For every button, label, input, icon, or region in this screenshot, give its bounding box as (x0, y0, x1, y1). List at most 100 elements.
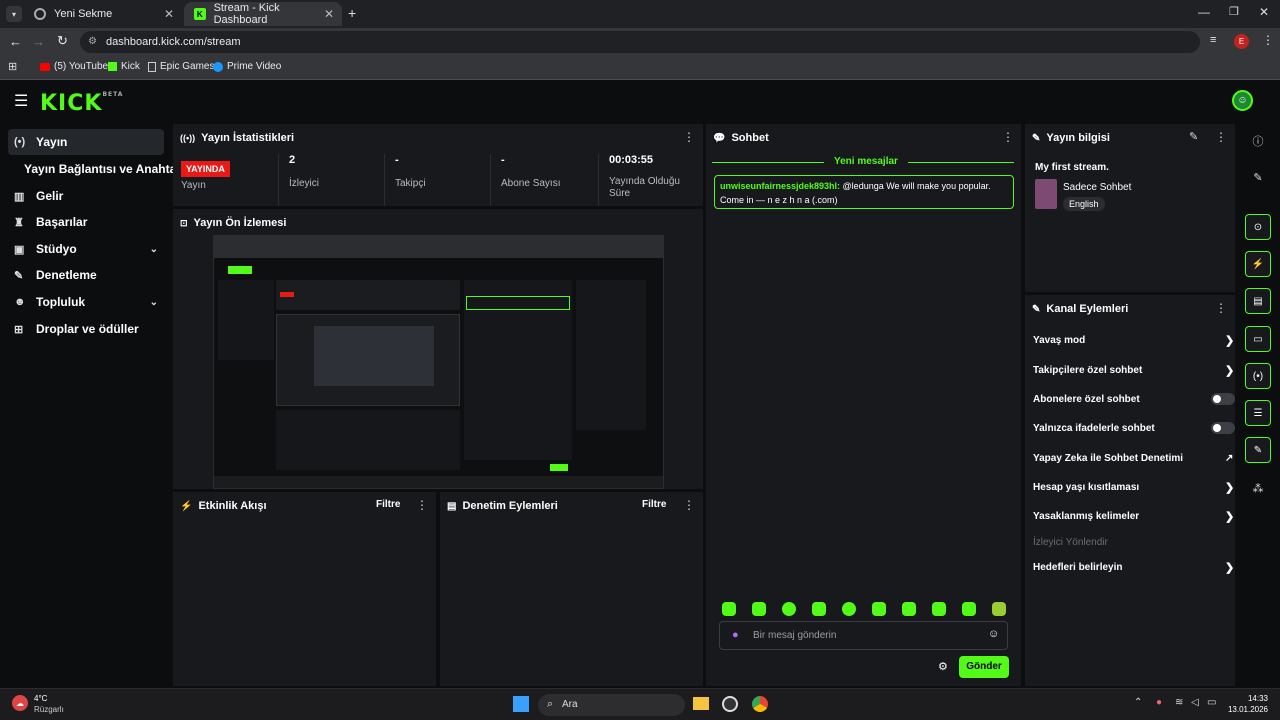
microphone-icon[interactable]: ● (732, 629, 739, 641)
tray-chevron-icon[interactable]: ⌃ (1134, 697, 1142, 708)
emote-icon[interactable] (992, 602, 1006, 616)
bookmark-kick[interactable]: Kick (108, 61, 140, 72)
hamburger-menu-icon[interactable]: ☰ (14, 91, 28, 111)
bookmark-youtube[interactable]: (5) YouTube (40, 61, 108, 72)
action-hedefler[interactable]: Hedefleri belirleyin ❯ (1033, 557, 1234, 577)
forward-icon[interactable]: → (32, 34, 45, 49)
send-button[interactable]: Gönder (959, 656, 1009, 678)
back-icon[interactable]: ← (9, 34, 22, 49)
edit-icon[interactable]: ✎ (1189, 130, 1198, 143)
toggle-switch[interactable] (1211, 422, 1235, 434)
profile-avatar[interactable]: E (1234, 34, 1249, 49)
sidebar-item-topluluk[interactable]: ☻ Topluluk ⌄ (8, 289, 164, 315)
wifi-icon[interactable]: ≋ (1175, 697, 1183, 708)
new-tab-button[interactable]: + (348, 5, 356, 21)
bookmark-prime-video[interactable]: Prime Video (213, 61, 281, 72)
chevron-down-icon[interactable]: ⌄ (150, 244, 158, 255)
sidebar-item-gelir[interactable]: ▥ Gelir (8, 183, 164, 209)
minimize-icon[interactable]: — (1198, 5, 1210, 19)
reload-icon[interactable]: ↻ (57, 33, 68, 49)
broadcast-icon[interactable]: (•) (1245, 363, 1271, 389)
chat-input[interactable]: ● Bir mesaj gönderin ☺ (719, 621, 1008, 650)
lightning-icon[interactable]: ⚡ (1245, 251, 1271, 277)
action-hesap-yasi[interactable]: Hesap yaşı kısıtlaması ❯ (1033, 477, 1234, 497)
tab-kick-dashboard[interactable]: K Stream - Kick Dashboard ✕ (184, 2, 342, 26)
bookmark-epic-games[interactable]: Epic Games (148, 61, 214, 72)
camera-icon[interactable]: ⊙ (1245, 214, 1271, 240)
tab-search-icon[interactable]: ▾ (6, 6, 22, 22)
chat-username[interactable]: unwiseunfairnessjdek893hl: (720, 181, 840, 191)
emote-icon[interactable] (932, 602, 946, 616)
chat-settings-icon[interactable]: ⚙ (938, 660, 948, 673)
language-tag[interactable]: English (1063, 197, 1105, 211)
filter-button[interactable]: Filtre (642, 499, 666, 510)
studio-icon: ▣ (14, 243, 25, 256)
preview-sidebar (218, 280, 274, 360)
site-info-icon[interactable]: ⚙ (88, 31, 97, 53)
chrome-icon[interactable] (752, 696, 768, 712)
emote-icon[interactable] (902, 602, 916, 616)
action-yavas-mod[interactable]: Yavaş mod ❯ (1033, 330, 1234, 350)
wrench-icon[interactable]: ✎ (1245, 437, 1271, 463)
sidebar-item-basarilar[interactable]: ♜ Başarılar (8, 209, 164, 235)
kick-logo[interactable]: KICKBETA (40, 91, 123, 116)
tab-new-tab[interactable]: Yeni Sekme ✕ (24, 2, 182, 26)
sidebar-item-droplar[interactable]: ⊞ Droplar ve ödüller (8, 316, 164, 342)
menu-dots-icon[interactable]: ⋮ (1262, 33, 1274, 47)
action-yapay-zeka[interactable]: Yapay Zeka ile Sohbet Denetimi ↗ (1033, 448, 1233, 468)
taskbar-search[interactable]: ⌕ Ara (538, 694, 685, 716)
emote-icon[interactable] (842, 602, 856, 616)
more-options-icon[interactable]: ⋮ (683, 130, 695, 144)
more-options-icon[interactable]: ⋮ (416, 498, 428, 512)
emote-icon[interactable] (872, 602, 886, 616)
emoji-icon[interactable]: ☺ (988, 628, 999, 640)
weather-icon[interactable]: ☁ (12, 695, 28, 711)
action-takipci-sohbet[interactable]: Takipçilere özel sohbet ❯ (1033, 360, 1234, 380)
filter-button[interactable]: Filtre (376, 499, 400, 510)
emote-icon[interactable] (962, 602, 976, 616)
tab-label: Yeni Sekme (54, 8, 113, 20)
more-options-icon[interactable]: ⋮ (1002, 130, 1014, 144)
stack-icon[interactable]: ☰ (1245, 400, 1271, 426)
emote-icon[interactable] (812, 602, 826, 616)
address-bar[interactable]: ⚙ dashboard.kick.com/stream (80, 31, 1200, 53)
windows-start-icon[interactable] (513, 696, 529, 712)
emote-icon[interactable] (782, 602, 796, 616)
pencil-icon[interactable]: ✎ (1245, 164, 1271, 190)
sidebar-item-studyo[interactable]: ▣ Stüdyo ⌄ (8, 236, 164, 262)
close-icon[interactable]: ✕ (164, 7, 174, 21)
more-options-icon[interactable]: ⋮ (683, 498, 695, 512)
add-widget-icon[interactable]: ⁂ (1245, 475, 1271, 501)
clock-date[interactable]: 13.01.2026 (1226, 705, 1268, 714)
toggle-switch[interactable] (1211, 393, 1235, 405)
more-options-icon[interactable]: ⋮ (1215, 130, 1227, 144)
clock-time[interactable]: 14:33 (1240, 694, 1268, 703)
file-explorer-icon[interactable] (693, 697, 709, 710)
extensions-icon[interactable]: ≡ (1210, 34, 1216, 46)
volume-icon[interactable]: ◁ (1191, 697, 1199, 708)
clipboard-icon[interactable]: ▤ (1245, 288, 1271, 314)
action-yasakli-kelimeler[interactable]: Yasaklanmış kelimeler ❯ (1033, 506, 1234, 526)
action-ifade-sohbet[interactable]: Yalnızca ifadelerle sohbet (1033, 418, 1235, 438)
chevron-down-icon[interactable]: ⌄ (150, 297, 158, 308)
emote-icon[interactable] (722, 602, 736, 616)
close-window-icon[interactable]: ✕ (1259, 5, 1269, 19)
info-icon[interactable]: ⓘ (1245, 128, 1271, 154)
sidebar-item-yayin[interactable]: (•) Yayın (8, 129, 164, 155)
sidebar-item-baglanti[interactable]: Yayın Bağlantısı ve Anahtarı (8, 156, 184, 182)
chat-message[interactable]: unwiseunfairnessjdek893hl: @ledunga We w… (714, 175, 1014, 209)
battery-icon[interactable]: ▭ (1207, 697, 1216, 708)
apps-grid-icon[interactable]: ⊞ (8, 60, 17, 73)
stream-preview-video[interactable] (213, 235, 664, 489)
user-avatar[interactable]: ☺ (1232, 90, 1253, 111)
sidebar-item-denetleme[interactable]: ✎ Denetleme (8, 262, 164, 288)
maximize-icon[interactable]: ❐ (1229, 5, 1239, 18)
emote-icon[interactable] (752, 602, 766, 616)
panel-title-text: Sohbet (731, 132, 769, 144)
microphone-icon[interactable]: ● (1156, 697, 1162, 708)
more-options-icon[interactable]: ⋮ (1215, 301, 1227, 315)
close-icon[interactable]: ✕ (324, 7, 334, 21)
obs-icon[interactable] (722, 696, 738, 712)
action-abone-sohbet[interactable]: Abonelere özel sohbet (1033, 389, 1235, 409)
chat-bubble-icon[interactable]: ▭ (1245, 326, 1271, 352)
